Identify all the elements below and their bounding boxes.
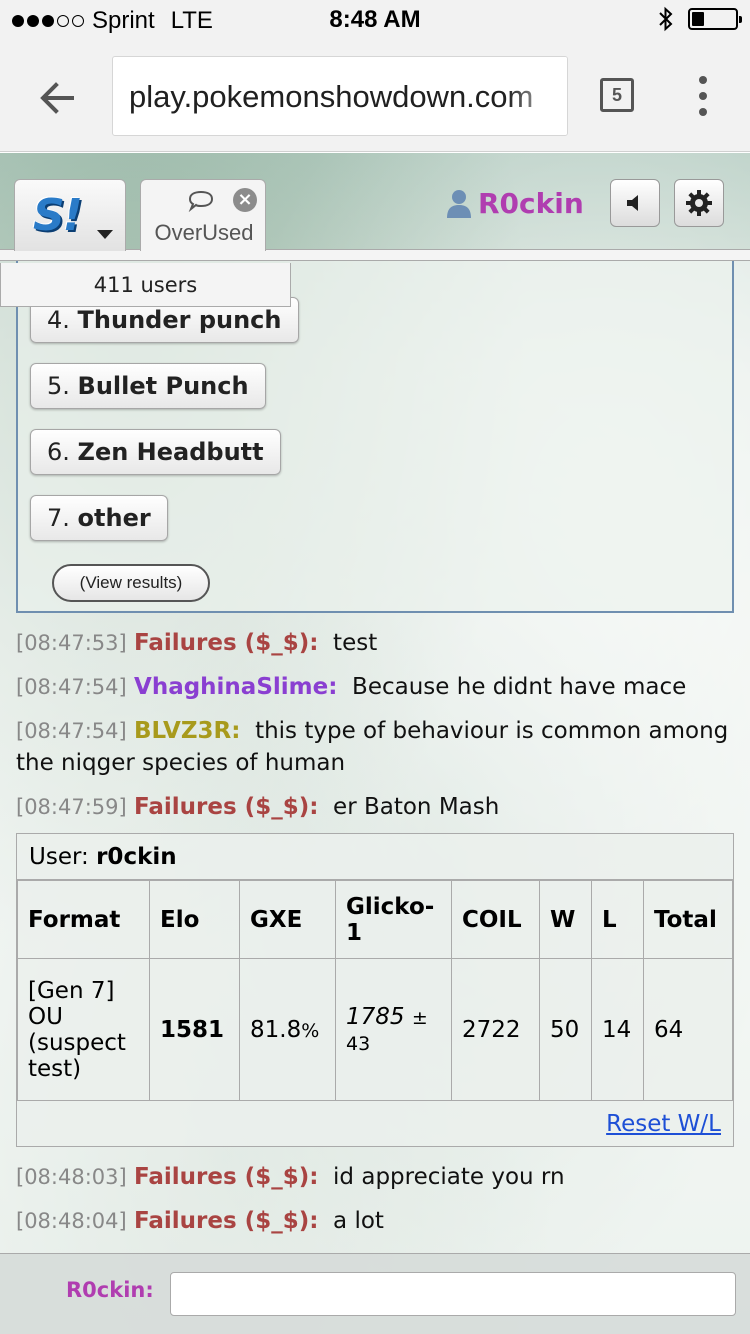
chat-bubble-icon xyxy=(188,190,214,212)
chat-message: [08:47:54] VhaghinaSlime: Because he did… xyxy=(16,674,687,700)
cell-elo: 1581 xyxy=(149,958,240,1101)
cell-w: 50 xyxy=(539,958,592,1101)
page: S! × OverUsed R0ckin 4. Thunder punch 5.… xyxy=(0,153,750,1334)
cell-glicko: 1785 ± 43 xyxy=(335,958,452,1101)
rank-box: User: r0ckin Format Elo GXE Glicko-1 COI… xyxy=(16,833,734,1147)
chat-input-bar: R0ckin: xyxy=(0,1253,750,1334)
cell-format: [Gen 7] OU (suspect test) xyxy=(17,958,150,1101)
speaker-icon xyxy=(627,195,638,211)
user-menu[interactable]: R0ckin xyxy=(446,187,584,220)
url-bar[interactable]: play.pokemonshowdown.com xyxy=(112,56,568,136)
poll-option-7[interactable]: 7. other xyxy=(30,495,168,541)
battery-icon xyxy=(688,8,742,30)
col-total: Total xyxy=(643,880,733,959)
gear-icon xyxy=(686,190,712,216)
rank-username: r0ckin xyxy=(96,844,177,870)
chat-message: [08:48:04] Failures ($_$): a lot xyxy=(16,1208,384,1234)
main-menu-button[interactable]: S! xyxy=(14,179,126,251)
settings-button[interactable] xyxy=(674,179,724,227)
table-header-row: Format Elo GXE Glicko-1 COIL W L Total xyxy=(17,880,733,959)
back-arrow-icon[interactable] xyxy=(36,76,80,120)
tab-label: OverUsed xyxy=(154,220,254,245)
col-format: Format xyxy=(17,880,150,959)
rank-user-row: User: r0ckin xyxy=(17,834,733,880)
cell-total: 64 xyxy=(643,958,733,1101)
tab-room[interactable]: × OverUsed xyxy=(140,179,266,251)
col-coil: COIL xyxy=(451,880,540,959)
rank-table: Format Elo GXE Glicko-1 COIL W L Total [… xyxy=(17,880,733,1101)
poll-option-6[interactable]: 6. Zen Headbutt xyxy=(30,429,281,475)
chat-message: [08:47:59] Failures ($_$): er Baton Mash xyxy=(16,794,500,820)
sound-button[interactable] xyxy=(610,179,660,227)
chat-message: [08:48:03] Failures ($_$): id appreciate… xyxy=(16,1164,565,1190)
col-glicko: Glicko-1 xyxy=(335,880,452,959)
chat-input-label: R0ckin: xyxy=(66,1278,154,1302)
showdown-logo: S! xyxy=(33,190,83,241)
chevron-down-icon xyxy=(97,230,113,239)
reset-wl-link[interactable]: Reset W/L xyxy=(606,1111,721,1137)
view-results-button[interactable]: (View results) xyxy=(52,564,210,602)
close-tab-icon[interactable]: × xyxy=(233,188,257,212)
bluetooth-icon xyxy=(659,6,673,32)
tab-switcher-button[interactable]: 5 xyxy=(600,78,634,112)
showdown-header: S! × OverUsed R0ckin xyxy=(0,153,750,261)
status-bar: Sprint LTE 8:48 AM xyxy=(0,0,750,40)
browser-toolbar: play.pokemonshowdown.com 5 xyxy=(0,40,750,152)
clock: 8:48 AM xyxy=(329,6,421,33)
username-label: R0ckin xyxy=(478,187,584,220)
url-text: play.pokemonshowdown.com xyxy=(129,79,534,114)
poll-option-5[interactable]: 5. Bullet Punch xyxy=(30,363,266,409)
col-gxe: GXE xyxy=(239,880,336,959)
table-row: [Gen 7] OU (suspect test) 1581 81.8% 178… xyxy=(17,958,733,1101)
status-right xyxy=(658,6,742,32)
chat-message: [08:47:54] BLVZ3R: this type of behaviou… xyxy=(16,718,729,776)
cell-l: 14 xyxy=(591,958,644,1101)
col-w: W xyxy=(539,880,592,959)
chat-input[interactable] xyxy=(170,1272,736,1316)
cell-gxe: 81.8% xyxy=(239,958,336,1101)
col-l: L xyxy=(591,880,644,959)
cell-coil: 2722 xyxy=(451,958,540,1101)
browser-menu-icon[interactable] xyxy=(696,76,710,116)
chat-message: [08:47:53] Failures ($_$): test xyxy=(16,630,378,656)
reset-row: Reset W/L xyxy=(17,1100,733,1146)
user-icon xyxy=(447,189,471,218)
col-elo: Elo xyxy=(149,880,240,959)
users-count-tab[interactable]: 411 users xyxy=(0,263,291,307)
